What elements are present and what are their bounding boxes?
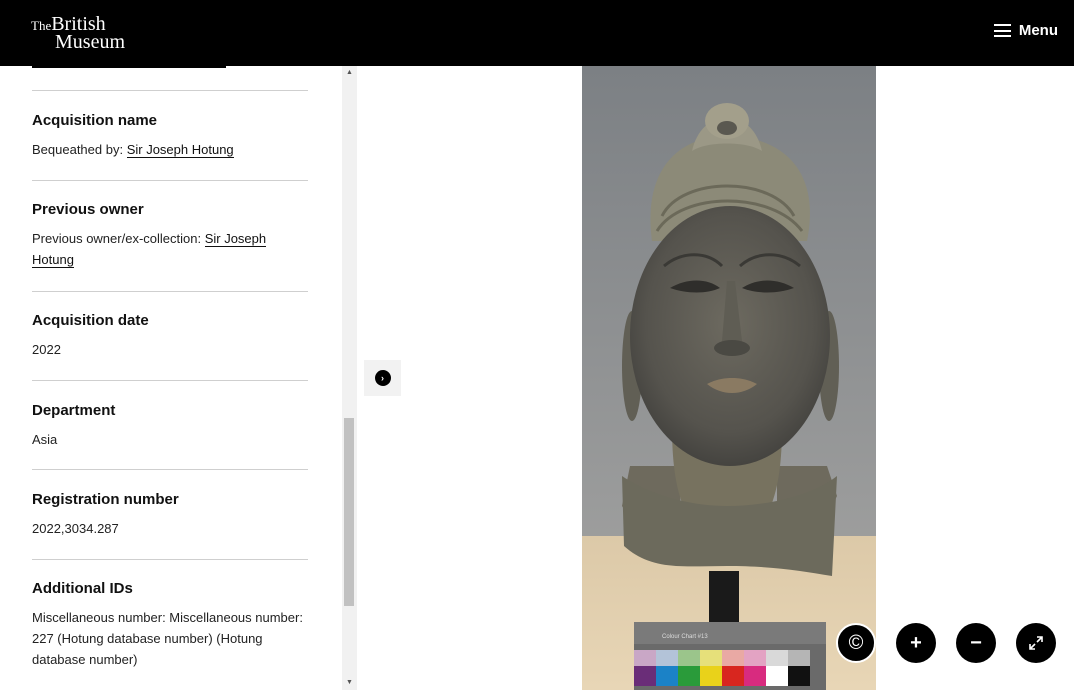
acquisition-prefix: Bequeathed by: bbox=[32, 142, 127, 157]
scroll-thumb[interactable] bbox=[344, 418, 354, 606]
divider bbox=[32, 180, 308, 181]
section-acquisition-name: Acquisition name Bequeathed by: Sir Jose… bbox=[32, 112, 308, 160]
divider bbox=[32, 291, 308, 292]
copyright-icon: © bbox=[848, 631, 864, 654]
section-additional-ids: Additional IDs Miscellaneous number: Mis… bbox=[32, 580, 308, 670]
site-header: TheBritish Museum Menu bbox=[0, 0, 1074, 66]
colour-swatches bbox=[634, 650, 810, 686]
acquisition-name-link[interactable]: Sir Joseph Hotung bbox=[126, 142, 234, 158]
scroll-up-arrow-icon[interactable]: ▲ bbox=[342, 66, 357, 80]
additional-ids-value: Miscellaneous number: Miscellaneous numb… bbox=[32, 610, 303, 667]
zoom-out-button[interactable]: − bbox=[956, 623, 996, 663]
section-previous-owner: Previous owner Previous owner/ex-collect… bbox=[32, 201, 308, 270]
sidebar-scrollbar[interactable]: ▲ ▼ bbox=[342, 66, 357, 690]
section-body: Bequeathed by: Sir Joseph Hotung bbox=[32, 139, 308, 160]
section-body: Previous owner/ex-collection: Sir Joseph… bbox=[32, 228, 308, 270]
department-value: Asia bbox=[32, 432, 58, 447]
previous-owner-prefix: Previous owner/ex-collection: bbox=[32, 231, 205, 246]
section-title: Acquisition name bbox=[32, 112, 158, 129]
divider bbox=[32, 380, 308, 381]
menu-icon bbox=[993, 24, 1011, 37]
colour-chart-label: Colour Chart #13 bbox=[662, 634, 708, 640]
section-title: Registration number bbox=[32, 491, 179, 508]
section-title: Acquisition date bbox=[32, 312, 149, 329]
previous-link-underline bbox=[32, 66, 226, 68]
divider bbox=[32, 90, 308, 91]
chevron-right-icon: › bbox=[374, 370, 391, 386]
copyright-button[interactable]: © bbox=[836, 623, 876, 663]
menu-label: Menu bbox=[1018, 22, 1058, 39]
fullscreen-icon bbox=[1029, 636, 1043, 650]
fullscreen-button[interactable] bbox=[1016, 623, 1056, 663]
section-title: Previous owner bbox=[32, 201, 144, 218]
scroll-down-arrow-icon[interactable]: ▼ bbox=[342, 676, 357, 690]
logo-the: The bbox=[31, 18, 52, 33]
british-museum-logo[interactable]: TheBritish Museum bbox=[31, 14, 125, 52]
plus-icon: + bbox=[910, 631, 922, 654]
divider bbox=[32, 559, 308, 560]
acquisition-date-value: 2022 bbox=[32, 342, 61, 357]
zoom-in-button[interactable]: + bbox=[896, 623, 936, 663]
menu-button[interactable]: Menu bbox=[993, 22, 1058, 39]
object-details-panel: Acquisition name Bequeathed by: Sir Jose… bbox=[0, 66, 364, 690]
section-registration-number: Registration number 2022,3034.287 bbox=[32, 491, 308, 539]
section-title: Additional IDs bbox=[32, 580, 133, 597]
section-title: Department bbox=[32, 402, 116, 419]
minus-icon: − bbox=[970, 631, 982, 654]
toggle-panel-button[interactable]: › bbox=[364, 360, 401, 396]
divider bbox=[32, 469, 308, 470]
section-acquisition-date: Acquisition date 2022 bbox=[32, 312, 308, 360]
section-department: Department Asia bbox=[32, 402, 308, 450]
object-photo[interactable]: Colour Chart #13 bbox=[582, 66, 876, 690]
registration-number-value: 2022,3034.287 bbox=[32, 521, 119, 536]
logo-museum: Museum bbox=[55, 31, 125, 53]
